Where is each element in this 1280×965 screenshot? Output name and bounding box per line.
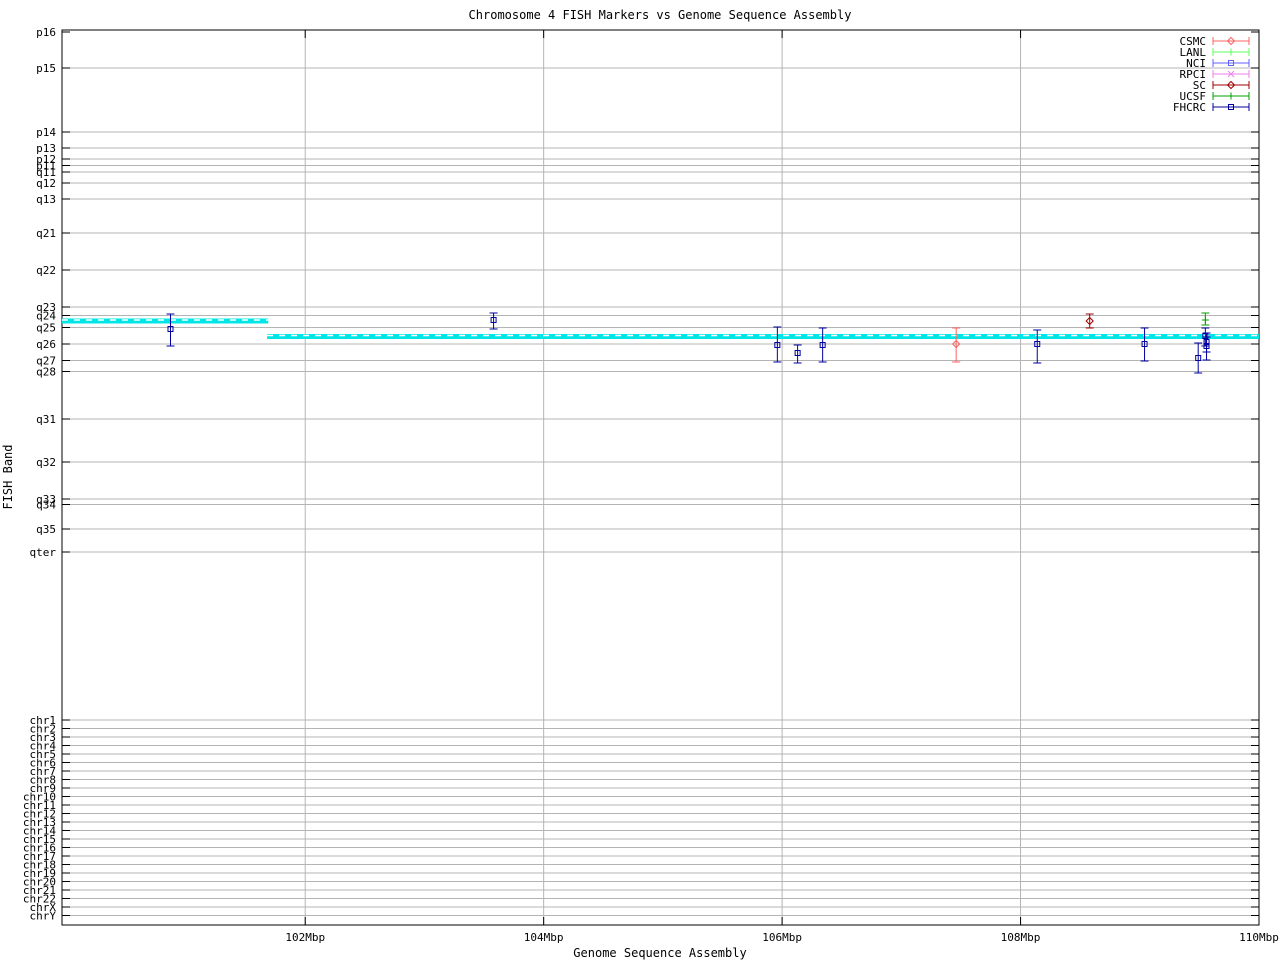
axis-ticks	[62, 30, 1260, 925]
data-point	[818, 327, 827, 363]
legend-entry-rpci: RPCI	[1180, 68, 1250, 81]
band-label: q25	[36, 322, 56, 335]
plot-border	[61, 29, 1260, 926]
fish-plot-canvas: p16p15p14p13p12p11q11q12q13q21q22q23q24q…	[1, 8, 1279, 960]
data-point	[773, 326, 782, 363]
series-sc	[1085, 313, 1094, 329]
chart-title: Chromosome 4 FISH Markers vs Genome Sequ…	[469, 8, 852, 22]
legend: CSMCLANLNCIRPCISCUCSFFHCRC	[1173, 35, 1250, 114]
band-label: q31	[36, 413, 56, 426]
band-label: p14	[36, 126, 56, 139]
band-label: qter	[30, 546, 57, 559]
x-gridlines	[304, 30, 1022, 925]
x-axis-tick-labels: 102Mbp 104Mbp 106Mbp 108Mbp 110Mbp	[285, 931, 1279, 944]
x-axis-title: Genome Sequence Assembly	[573, 946, 746, 960]
band-label: q13	[36, 193, 56, 206]
data-series	[166, 312, 1211, 374]
series-ucsf	[1201, 312, 1210, 326]
band-label: q34	[36, 499, 56, 512]
chr-label: chrY	[30, 910, 57, 923]
band-label: q12	[36, 177, 56, 190]
band-label: q26	[36, 338, 56, 351]
assembly-band-lines	[62, 318, 1259, 339]
legend-entry-fhcrc: FHCRC	[1173, 101, 1250, 114]
x-tick-label: 108Mbp	[1001, 931, 1041, 944]
y-axis-tick-labels: p16p15p14p13p12p11q11q12q13q21q22q23q24q…	[23, 26, 56, 923]
band-label: p15	[36, 62, 56, 75]
x-tick-label: 106Mbp	[762, 931, 802, 944]
band-label: q21	[36, 227, 56, 240]
data-point	[1201, 312, 1210, 326]
series-csmc	[951, 327, 961, 363]
band-label: p16	[36, 26, 56, 39]
data-point	[951, 327, 961, 363]
band-label: q28	[36, 366, 56, 379]
data-point	[1140, 327, 1149, 362]
band-label: q22	[36, 264, 56, 277]
series-fhcrc	[166, 312, 1211, 374]
plot-page: p16 p15 p14 p13 p12 p11 q11 q12 q13 q21 q22 q23 q24 q…	[0, 0, 1280, 960]
y-axis-title: FISH Band	[1, 444, 15, 509]
x-tick-label: 104Mbp	[524, 931, 564, 944]
legend-label: FHCRC	[1173, 101, 1206, 114]
band-label: q35	[36, 523, 56, 536]
data-point	[1085, 313, 1094, 329]
band-label: q32	[36, 456, 56, 469]
x-tick-label: 110Mbp	[1239, 931, 1279, 944]
y-gridlines	[62, 67, 1259, 916]
x-tick-label: 102Mbp	[285, 931, 325, 944]
data-point	[1194, 342, 1203, 374]
